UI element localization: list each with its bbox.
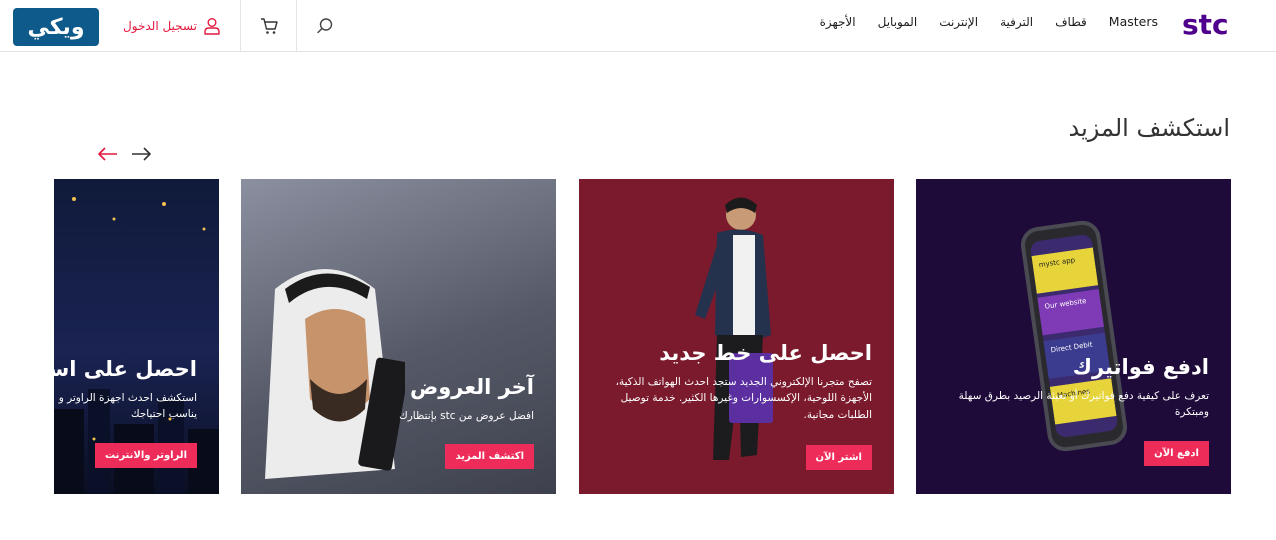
card-pay-bills-content: ادفع فواتيرك تعرف على كيفية دفع فواتيرك … [930,355,1209,466]
user-icon [204,18,220,35]
main-nav: الأجهزة الموبايل الإنترنت الترفية قطاف M… [798,14,1158,29]
discover-more-button[interactable]: اكتشف المزيد [445,444,534,470]
phone-row-website: Our website [1037,289,1105,336]
card-title: آخر العروض [409,375,534,399]
arrow-right-icon [132,147,151,161]
nav-entertainment[interactable]: الترفية [1000,15,1033,29]
search-icon [316,18,332,34]
card-description: استكشف احدث اجهزة الراوتر و يناسب احتياج… [58,392,197,421]
whaki-logo-text: ويكي [27,14,86,40]
stc-logo-text: stc [1182,8,1229,41]
top-header: stc الأجهزة الموبايل الإنترنت الترفية قط… [0,0,1276,52]
nav-internet[interactable]: الإنترنت [939,15,978,29]
card-title: احصل على اسرع [54,357,197,381]
card-description: تصفح متجرنا الإلكتروني الجديد ستجد احدث … [615,376,872,421]
card-new-line-content: احصل على خط جديد تصفح متجرنا الإلكتروني … [593,341,872,470]
login-label: تسجيل الدخول [123,19,197,33]
card-new-line[interactable]: احصل على خط جديد تصفح متجرنا الإلكتروني … [579,179,894,494]
card-fast-internet[interactable]: احصل على اسرع استكشف احدث اجهزة الراوتر … [54,179,219,494]
card-title: ادفع فواتيرك [1072,355,1209,379]
card-title: احصل على خط جديد [659,341,872,365]
arrow-left-icon [98,147,117,161]
cart-button[interactable] [240,0,296,52]
carousel-next-button[interactable] [129,142,153,166]
card-fast-internet-content: احصل على اسرع استكشف احدث اجهزة الراوتر … [54,357,197,468]
nav-masters[interactable]: Masters [1109,14,1158,29]
router-internet-button[interactable]: الراوتر والانترنت [95,442,197,468]
login-button[interactable]: تسجيل الدخول [108,0,236,52]
nav-devices[interactable]: الأجهزة [820,15,856,29]
pay-now-button[interactable]: ادفع الآن [1144,440,1209,466]
card-pay-bills[interactable]: mystc app Our website Direct Debit Machi… [916,179,1231,494]
stc-logo[interactable]: stc [1180,6,1240,42]
card-latest-offers-content: آخر العروض افضل عروض من stc بإنتظارك اكت… [255,375,534,470]
phone-row-app: mystc app [1031,247,1099,294]
search-button[interactable] [296,0,352,52]
whaki-logo[interactable]: ويكي [13,8,99,46]
card-description: افضل عروض من stc بإنتظارك [399,410,534,423]
carousel-prev-button[interactable] [96,142,120,166]
section-title: استكشف المزيد [1068,114,1230,142]
buy-now-button[interactable]: اشتر الآن [805,444,872,470]
card-latest-offers[interactable]: آخر العروض افضل عروض من stc بإنتظارك اكت… [241,179,556,494]
card-description: تعرف على كيفية دفع فواتيرك أو تعبئة الرص… [958,390,1209,419]
nav-mobile[interactable]: الموبايل [878,15,918,29]
nav-qitaf[interactable]: قطاف [1055,15,1087,29]
cart-icon [260,18,278,34]
